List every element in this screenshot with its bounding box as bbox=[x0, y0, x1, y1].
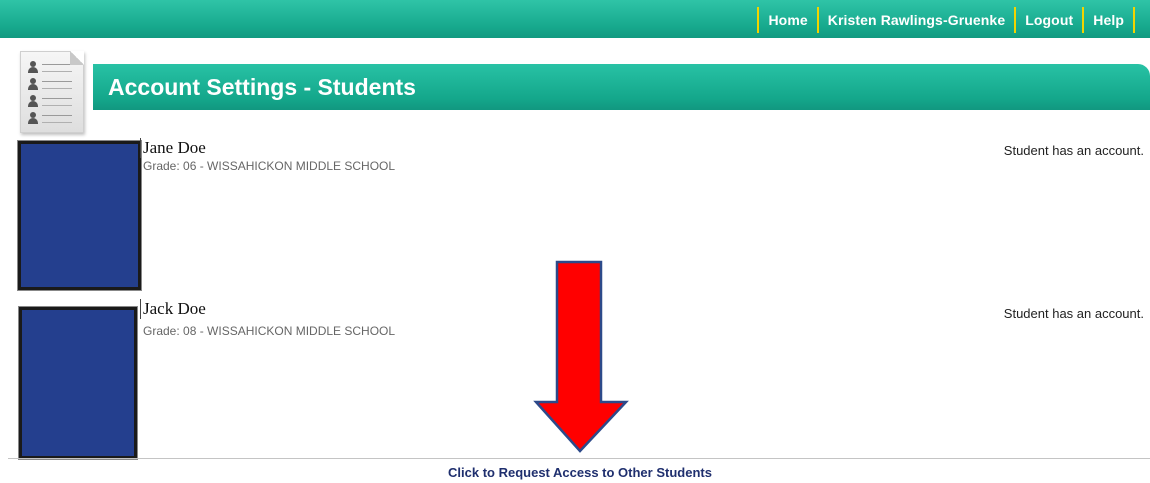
person-icon bbox=[28, 95, 76, 109]
person-icon bbox=[28, 78, 76, 92]
student-photo bbox=[18, 141, 141, 290]
nav-separator bbox=[1014, 7, 1017, 33]
nav-separator bbox=[1082, 7, 1085, 33]
nav-separator bbox=[816, 7, 819, 33]
top-nav: Home Kristen Rawlings-Gruenke Logout Hel… bbox=[748, 6, 1144, 34]
student-name: Jack Doe bbox=[140, 299, 206, 319]
nav-user-link[interactable]: Kristen Rawlings-Gruenke bbox=[828, 12, 1005, 28]
student-status: Student has an account. bbox=[1003, 143, 1144, 158]
nav-help-link[interactable]: Help bbox=[1093, 12, 1124, 28]
red-arrow-annotation bbox=[533, 260, 629, 453]
nav-separator bbox=[1133, 7, 1135, 33]
person-icon bbox=[28, 112, 76, 126]
nav-home-link[interactable]: Home bbox=[768, 12, 807, 28]
student-status: Student has an account. bbox=[1003, 306, 1144, 321]
student-list-icon bbox=[20, 51, 84, 133]
person-icon bbox=[28, 61, 76, 75]
student-photo bbox=[19, 307, 137, 459]
top-nav-bar: Home Kristen Rawlings-Gruenke Logout Hel… bbox=[0, 0, 1150, 38]
student-grade: Grade: 08 - WISSAHICKON MIDDLE SCHOOL bbox=[143, 324, 396, 338]
page-title-bar: Account Settings - Students bbox=[93, 64, 1150, 110]
nav-logout-link[interactable]: Logout bbox=[1025, 12, 1073, 28]
student-name: Jane Doe bbox=[140, 138, 206, 158]
footer-divider bbox=[8, 458, 1150, 459]
nav-separator bbox=[757, 7, 760, 33]
request-access-link[interactable]: Click to Request Access to Other Student… bbox=[0, 465, 1150, 480]
student-grade: Grade: 06 - WISSAHICKON MIDDLE SCHOOL bbox=[143, 159, 396, 173]
page-title: Account Settings - Students bbox=[108, 74, 416, 100]
